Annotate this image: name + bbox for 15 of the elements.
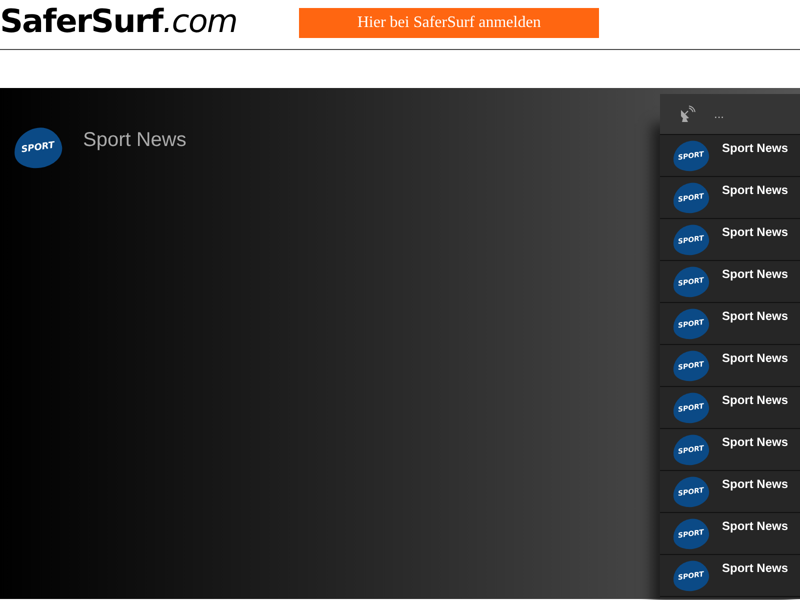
channel-item-title: Sport News — [722, 141, 788, 155]
channel-item-title: Sport News — [722, 477, 788, 491]
channel-title: Sport News — [83, 129, 186, 152]
satellite-dish-icon — [678, 105, 696, 123]
channel-item-title: Sport News — [722, 309, 788, 323]
site-logo[interactable]: SaferSurf.com — [0, 2, 238, 40]
sidebar-header-text: ... — [714, 107, 724, 121]
channel-item-title: Sport News — [722, 351, 788, 365]
channel-item-title: Sport News — [722, 435, 788, 449]
channel-item-title: Sport News — [722, 393, 788, 407]
channel-item-title: Sport News — [722, 225, 788, 239]
channel-item-title: Sport News — [722, 267, 788, 281]
channel-item-title: Sport News — [722, 183, 788, 197]
channel-item-title: Sport News — [722, 561, 788, 575]
channel-item-title: Sport News — [722, 519, 788, 533]
